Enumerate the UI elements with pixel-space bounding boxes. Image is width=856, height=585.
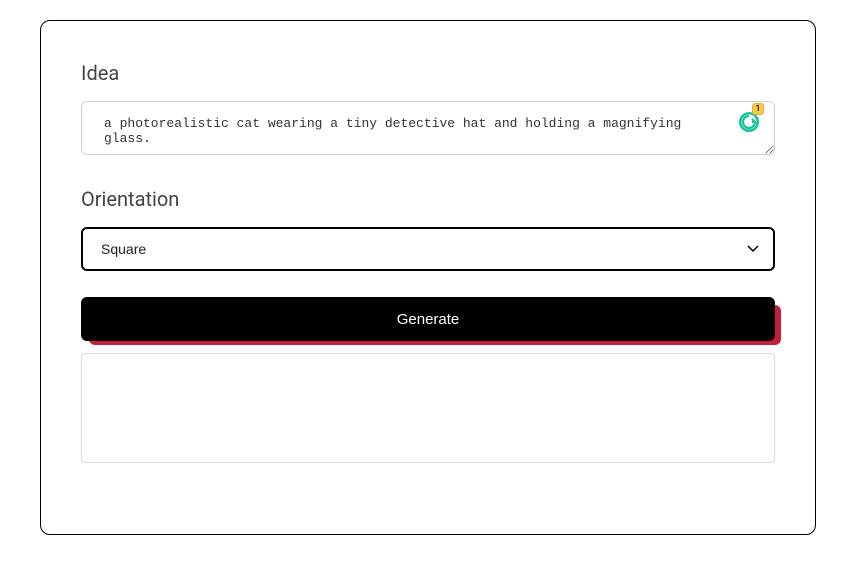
idea-label: Idea (81, 61, 775, 85)
grammarly-icon[interactable]: 1 (737, 109, 761, 133)
output-area (81, 353, 775, 463)
orientation-select[interactable]: Square (81, 227, 775, 271)
generate-button[interactable]: Generate (81, 297, 775, 341)
generate-button-wrap: Generate (81, 297, 775, 341)
idea-input[interactable] (81, 101, 775, 155)
grammarly-count-badge: 1 (752, 103, 764, 115)
orientation-label: Orientation (81, 187, 775, 211)
orientation-field-wrap: Square (81, 227, 775, 271)
form-card: Idea 1 Orientation Square Generate (40, 20, 816, 535)
idea-field-wrap: 1 (81, 101, 775, 159)
